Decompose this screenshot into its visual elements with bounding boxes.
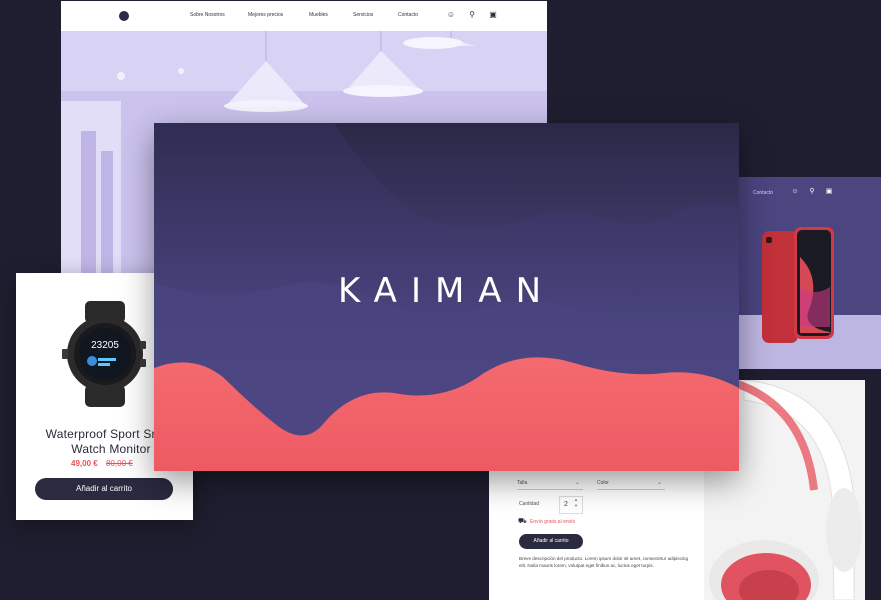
shipping-info: Envío gratis al envío [530, 519, 576, 525]
nav-link-best-prices[interactable]: Mejores precios [248, 12, 283, 18]
quantity-label: Cantidad [519, 501, 540, 507]
size-select-value: Talla [517, 480, 528, 486]
user-icon[interactable]: ☺ [445, 9, 457, 21]
search-icon[interactable]: ⚲ [466, 9, 478, 21]
chevron-down-icon: ⌄ [656, 480, 662, 486]
product-description: Breve descripción del producto. Lorem ip… [519, 556, 689, 568]
brand-logo-text: KAIMAN [337, 271, 555, 311]
stepper-arrows-icon[interactable]: ▲ ▼ [574, 497, 578, 509]
watch-product-image: 23205 [62, 301, 146, 407]
cart-icon[interactable]: ▣ [824, 187, 834, 197]
product-price: 49,00 € [71, 459, 98, 468]
nav-link-furniture[interactable]: Muebles [309, 12, 328, 18]
phone-product-mockup: Contacto ☺ ⚲ ▣ [738, 177, 881, 369]
add-to-cart-button[interactable]: Añadir al carrito [519, 534, 583, 549]
site-navbar: Sobre Nosotros Mejores precios Muebles S… [61, 1, 547, 32]
chevron-down-icon: ⌄ [574, 480, 580, 486]
color-select-value: Color [597, 480, 609, 486]
watch-display-text: 23205 [91, 340, 119, 351]
quantity-stepper[interactable]: 2 [559, 496, 583, 514]
color-select[interactable]: Color ⌄ [597, 477, 665, 490]
phone-product-image [762, 227, 834, 343]
cart-icon[interactable]: ▣ [487, 9, 499, 21]
search-icon[interactable]: ⚲ [807, 187, 817, 197]
brand-hero-banner: KAIMAN [154, 123, 739, 471]
user-icon[interactable]: ☺ [790, 187, 800, 197]
nav-link-contact[interactable]: Contacto [398, 12, 418, 18]
nav-link-about[interactable]: Sobre Nosotros [190, 12, 225, 18]
nav-link-services[interactable]: Servicios [353, 12, 373, 18]
site-logo[interactable] [119, 11, 129, 21]
truck-icon: ⛟ [518, 518, 527, 525]
size-select[interactable]: Talla ⌄ [517, 477, 583, 490]
nav-link-contact[interactable]: Contacto [753, 190, 773, 196]
add-to-cart-button[interactable]: Añadir al carrito [35, 478, 173, 500]
product-old-price: 80,00 € [106, 459, 133, 468]
